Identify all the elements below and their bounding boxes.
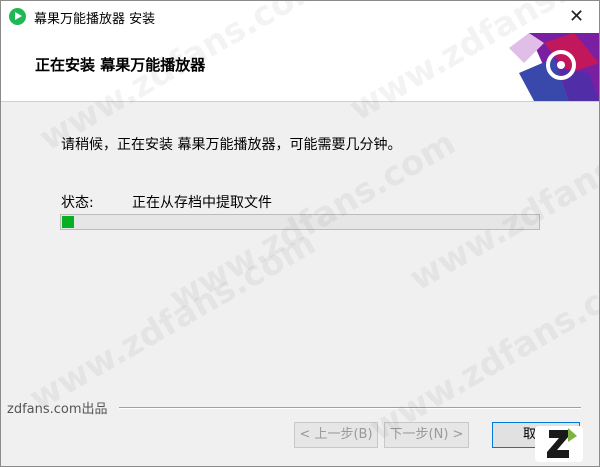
status-label: 状态: <box>61 195 94 211</box>
header-banner: 正在安装 幕果万能播放器 <box>1 33 599 102</box>
install-progress-bar <box>60 214 540 230</box>
close-button[interactable]: ✕ <box>554 1 599 33</box>
watermark: www.zdfans.com <box>403 103 599 299</box>
status-value: 正在从存档中提取文件 <box>132 195 272 211</box>
brand-label: zdfans.com出品 <box>7 402 108 417</box>
installer-window: 幕果万能播放器 安装 ✕ 正在安装 幕果万能播放器 请稍候，正在安装 幕果万能播… <box>0 0 600 467</box>
zdfans-logo <box>535 426 583 462</box>
next-button[interactable]: 下一步(N) > <box>384 422 469 448</box>
page-title: 正在安装 幕果万能播放器 <box>35 56 206 74</box>
player-app-icon <box>9 8 26 25</box>
progress-fill <box>62 216 74 228</box>
back-button[interactable]: < 上一步(B) <box>294 422 378 448</box>
header-logo-art <box>509 33 599 101</box>
title-bar: 幕果万能播放器 安装 ✕ <box>1 1 599 33</box>
watermark: www.zdfans.com <box>23 223 323 419</box>
footer-divider <box>119 407 581 409</box>
install-message: 请稍候，正在安装 幕果万能播放器，可能需要几分钟。 <box>61 137 402 153</box>
watermark: www.zdfans.com <box>363 253 599 449</box>
window-title: 幕果万能播放器 安装 <box>34 12 156 27</box>
